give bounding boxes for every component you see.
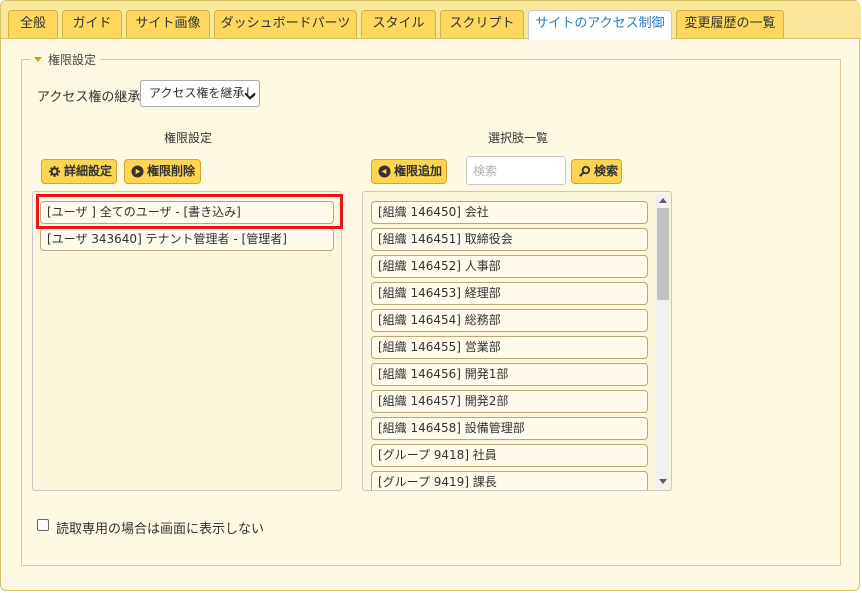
search-button-label: 検索 [594, 164, 619, 178]
list-item[interactable]: [組織 146455] 営業部 [371, 336, 648, 359]
delete-permission-button[interactable]: 権限削除 [124, 159, 201, 184]
tab-style[interactable]: スタイル [361, 10, 436, 38]
choices-heading: 選択肢一覧 [488, 131, 549, 145]
tab-script[interactable]: スクリプト [440, 10, 524, 38]
list-item[interactable]: [組織 146457] 開発2部 [371, 390, 648, 413]
choice-list-scrollbar[interactable] [656, 194, 670, 488]
tab-site-access-control[interactable]: サイトのアクセス制御 [528, 10, 672, 40]
section-legend-label: 権限設定 [48, 53, 97, 67]
tab-change-history[interactable]: 変更履歴の一覧 [676, 10, 784, 38]
collapse-triangle-icon [34, 57, 42, 62]
play-circle-icon [131, 165, 144, 178]
delete-permission-label: 権限削除 [147, 164, 196, 178]
search-input[interactable] [466, 156, 566, 185]
add-permission-button[interactable]: 権限追加 [371, 159, 447, 184]
detail-settings-button[interactable]: 詳細設定 [41, 159, 117, 184]
readonly-hide-label: 読取専用の場合は画面に表示しない [56, 522, 265, 537]
list-item[interactable]: [組織 146454] 総務部 [371, 309, 648, 332]
list-item[interactable]: [組織 146452] 人事部 [371, 255, 648, 278]
permission-list[interactable]: [ユーザ ] 全てのユーザ - [書き込み] [ユーザ 343640] テナント… [32, 191, 342, 491]
highlight-box [36, 194, 343, 229]
list-item[interactable]: [組織 146458] 設備管理部 [371, 417, 648, 440]
list-item[interactable]: [ユーザ 343640] テナント管理者 - [管理者] [40, 228, 334, 251]
tab-site-image[interactable]: サイト画像 [126, 10, 210, 38]
add-permission-label: 権限追加 [394, 164, 443, 178]
scrollbar-thumb[interactable] [657, 208, 669, 300]
section-legend[interactable]: 権限設定 [30, 51, 101, 68]
scroll-up-arrow-icon[interactable] [659, 198, 667, 203]
gear-icon [48, 165, 61, 178]
back-circle-icon [378, 165, 391, 178]
list-item[interactable]: [グループ 9418] 社員 [371, 444, 648, 467]
list-item[interactable]: [組織 146451] 取締役会 [371, 228, 648, 251]
search-button[interactable]: 検索 [571, 159, 622, 184]
list-item[interactable]: [組織 146453] 経理部 [371, 282, 648, 305]
list-item[interactable]: [組織 146456] 開発1部 [371, 363, 648, 386]
choice-list[interactable]: [組織 146450] 会社 [組織 146451] 取締役会 [組織 1464… [362, 191, 672, 491]
tab-general[interactable]: 全般 [8, 10, 58, 38]
list-item[interactable]: [グループ 9419] 課長 [371, 471, 648, 490]
tab-guide[interactable]: ガイド [62, 10, 122, 38]
inherit-select[interactable]: アクセス権を継承し [140, 80, 260, 107]
inherit-select-value: アクセス権を継承し [149, 86, 257, 100]
list-item[interactable]: [組織 146450] 会社 [371, 201, 648, 224]
search-icon [579, 165, 591, 177]
scroll-down-arrow-icon[interactable] [659, 479, 667, 484]
permissions-heading: 権限設定 [164, 131, 213, 145]
inherit-label: アクセス権の継承 [37, 90, 141, 105]
tab-bar: 全般 ガイド サイト画像 ダッシュボードパーツ スタイル スクリプト サイトのア… [1, 1, 861, 40]
tab-dashboard-parts[interactable]: ダッシュボードパーツ [214, 10, 357, 38]
readonly-hide-checkbox[interactable] [37, 519, 49, 531]
detail-settings-label: 詳細設定 [64, 164, 113, 178]
